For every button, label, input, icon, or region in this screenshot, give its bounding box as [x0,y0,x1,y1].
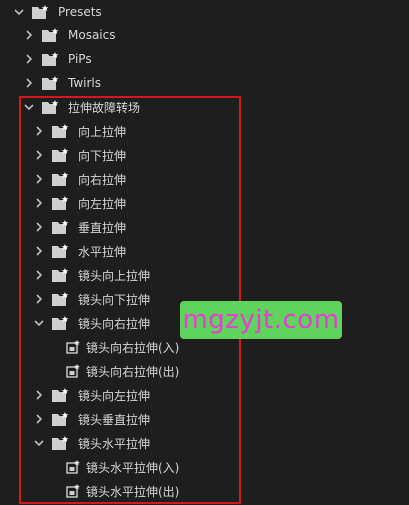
tree-item-mosaics[interactable]: Mosaics [0,23,409,47]
preset-bin-icon [42,28,62,42]
watermark: mgzyjt.com [180,301,342,339]
chevron-down-icon[interactable] [14,7,24,17]
chevron-right-icon[interactable] [24,78,34,88]
tree-item-pips[interactable]: PiPs [0,47,409,71]
preset-bin-icon [42,76,62,90]
tree-item-presets[interactable]: Presets [0,0,409,24]
preset-bin-icon [32,5,52,19]
tree-item-label: Mosaics [68,28,116,42]
tree-item-label: Twirls [68,76,102,90]
tree-item-twirls[interactable]: Twirls [0,71,409,95]
tree-item-label: Presets [58,5,102,19]
chevron-right-icon[interactable] [24,54,34,64]
highlight-box [19,96,241,504]
chevron-right-icon[interactable] [24,30,34,40]
preset-bin-icon [42,52,62,66]
tree-item-label: PiPs [68,52,92,66]
effects-preset-tree: Presets Mosaics PiPs Twirls 拉伸故障转场 向上拉伸 … [0,0,409,505]
